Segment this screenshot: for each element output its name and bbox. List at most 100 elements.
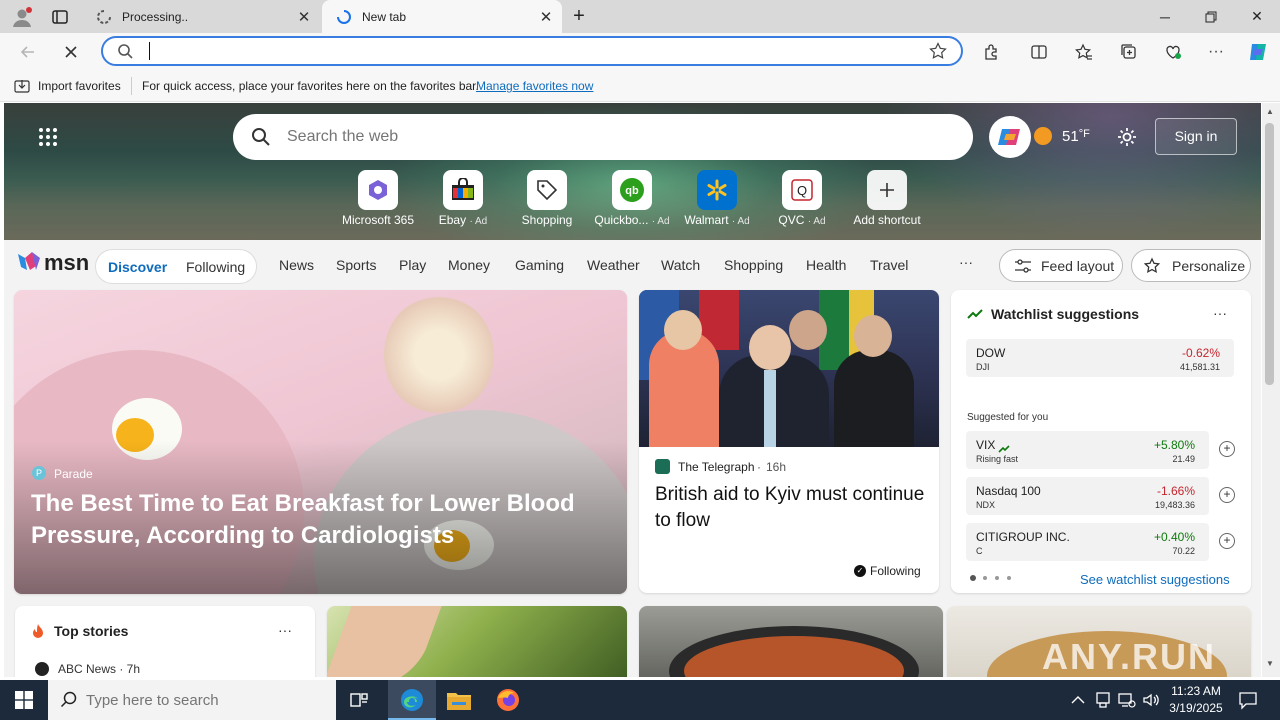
- stock-change: +0.40%: [1153, 530, 1195, 544]
- collections-icon[interactable]: [1114, 37, 1144, 67]
- minimize-icon[interactable]: ─: [1142, 0, 1188, 33]
- nav-more-button[interactable]: ···: [959, 254, 973, 270]
- web-search-input[interactable]: [287, 126, 927, 148]
- notifications-icon[interactable]: [1238, 690, 1258, 715]
- tab-discover[interactable]: Discover: [108, 259, 167, 275]
- article-card-image[interactable]: [639, 606, 943, 677]
- taskbar-edge-button[interactable]: [388, 680, 436, 720]
- close-tab-icon[interactable]: ✕: [536, 7, 556, 27]
- scroll-down-icon[interactable]: ▼: [1266, 659, 1274, 668]
- watchlist-row-nasdaq[interactable]: Nasdaq 100 NDX -1.66% 19,483.36 +: [966, 477, 1235, 515]
- nav-shopping[interactable]: Shopping: [724, 257, 783, 273]
- nav-news[interactable]: News: [279, 257, 314, 273]
- network-icon[interactable]: [1118, 691, 1136, 714]
- watchlist-row-dow[interactable]: DOW DJI -0.62% 41,581.31: [966, 339, 1234, 377]
- close-window-icon[interactable]: ✕: [1234, 0, 1280, 33]
- profile-avatar-icon[interactable]: [10, 5, 34, 29]
- stocks-trend-icon: [967, 307, 983, 325]
- sign-in-button[interactable]: Sign in: [1155, 118, 1237, 155]
- see-watchlist-link[interactable]: See watchlist suggestions: [1080, 572, 1230, 587]
- copilot-icon[interactable]: [1243, 37, 1273, 67]
- shortcut-ebay[interactable]: Ebay · Ad: [423, 170, 503, 232]
- shortcut-quickbooks[interactable]: qb Quickbo... · Ad: [592, 170, 672, 232]
- scrollbar-thumb[interactable]: [1265, 123, 1274, 385]
- address-input[interactable]: [153, 41, 913, 61]
- shortcut-qvc[interactable]: Q QVC · Ad: [762, 170, 842, 232]
- watchlist-row-citigroup[interactable]: CITIGROUP INC. C +0.40% 70.22 +: [966, 523, 1235, 561]
- new-tab-plus-icon[interactable]: +: [568, 6, 590, 28]
- carousel-dot[interactable]: [1007, 576, 1011, 580]
- taskbar-search-input[interactable]: [86, 690, 326, 710]
- web-search-box[interactable]: [233, 114, 973, 160]
- shortcut-microsoft-365[interactable]: Microsoft 365: [338, 170, 418, 232]
- following-label[interactable]: Following: [870, 564, 921, 578]
- stock-symbol: C: [976, 546, 983, 556]
- add-to-watchlist-icon[interactable]: +: [1219, 533, 1235, 549]
- weather-sun-icon[interactable]: [1034, 127, 1052, 145]
- news-card[interactable]: The Telegraph · 16h British aid to Kyiv …: [639, 290, 939, 593]
- stop-loading-icon[interactable]: [56, 37, 86, 67]
- nav-money[interactable]: Money: [448, 257, 490, 273]
- article-title[interactable]: The Best Time to Eat Breakfast for Lower…: [31, 488, 601, 552]
- msn-logo[interactable]: msn: [44, 250, 89, 276]
- carousel-dot[interactable]: [983, 576, 987, 580]
- tab-actions-icon[interactable]: [50, 7, 70, 27]
- feed-layout-button[interactable]: Feed layout: [999, 249, 1123, 282]
- split-screen-icon[interactable]: [1024, 37, 1054, 67]
- task-view-icon[interactable]: [349, 690, 369, 715]
- settings-more-icon[interactable]: ···: [1201, 37, 1231, 67]
- article-title[interactable]: British aid to Kyiv must continue to flo…: [655, 482, 925, 534]
- shortcut-add[interactable]: Add shortcut: [847, 170, 927, 232]
- volume-icon[interactable]: [1142, 691, 1160, 714]
- copilot-button[interactable]: [989, 116, 1031, 158]
- nav-play[interactable]: Play: [399, 257, 426, 273]
- favorite-star-icon[interactable]: [929, 42, 947, 65]
- carousel-dot[interactable]: [995, 576, 999, 580]
- restore-icon[interactable]: [1188, 0, 1234, 33]
- card-more-button[interactable]: ···: [1213, 305, 1227, 321]
- taskbar-clock[interactable]: 11:23 AM 3/19/2025: [1164, 683, 1228, 717]
- file-explorer-icon[interactable]: [446, 689, 472, 716]
- start-windows-icon[interactable]: [0, 680, 48, 720]
- apps-grid-icon[interactable]: [38, 127, 58, 147]
- import-favorites-button[interactable]: Import favorites: [38, 79, 121, 93]
- favorites-icon[interactable]: [1069, 37, 1099, 67]
- msn-butterfly-icon[interactable]: [16, 250, 42, 279]
- shortcut-walmart[interactable]: Walmart · Ad: [677, 170, 757, 232]
- device-security-icon[interactable]: [1095, 691, 1111, 714]
- manage-favorites-link[interactable]: Manage favorites now: [476, 79, 593, 93]
- watchlist-row-vix[interactable]: VIX Rising fast +5.80% 21.49 +: [966, 431, 1235, 469]
- nav-watch[interactable]: Watch: [661, 257, 700, 273]
- nav-weather[interactable]: Weather: [587, 257, 640, 273]
- add-to-watchlist-icon[interactable]: +: [1219, 487, 1235, 503]
- add-to-watchlist-icon[interactable]: +: [1219, 441, 1235, 457]
- shortcut-shopping[interactable]: Shopping: [507, 170, 587, 232]
- weather-temp[interactable]: 51°F: [1062, 128, 1090, 145]
- close-tab-icon[interactable]: ✕: [294, 7, 314, 27]
- tab-new-tab[interactable]: New tab ✕: [322, 0, 562, 33]
- article-card-image[interactable]: ANY.RUN: [947, 606, 1251, 677]
- personalize-button[interactable]: Personalize: [1131, 249, 1251, 282]
- address-bar[interactable]: [101, 36, 963, 66]
- tab-following[interactable]: Following: [186, 259, 245, 275]
- nav-health[interactable]: Health: [806, 257, 846, 273]
- taskbar-search-box[interactable]: [48, 680, 336, 720]
- carousel-dot-active[interactable]: [970, 575, 976, 581]
- scroll-up-icon[interactable]: ▲: [1266, 107, 1274, 116]
- browser-essentials-icon[interactable]: [1158, 37, 1188, 67]
- show-hidden-icons-chevron-icon[interactable]: [1071, 692, 1085, 708]
- page-scrollbar[interactable]: ▲ ▼: [1262, 103, 1280, 677]
- tab-processing[interactable]: Processing.. ✕: [82, 0, 320, 33]
- page-settings-gear-icon[interactable]: [1116, 126, 1138, 153]
- nav-travel[interactable]: Travel: [870, 257, 908, 273]
- nav-sports[interactable]: Sports: [336, 257, 376, 273]
- extensions-icon[interactable]: [976, 37, 1006, 67]
- stock-change: +5.80%: [1153, 438, 1195, 452]
- nav-gaming[interactable]: Gaming: [515, 257, 564, 273]
- article-card-image[interactable]: [327, 606, 627, 677]
- card-more-button[interactable]: ···: [278, 622, 292, 638]
- back-icon[interactable]: [13, 37, 43, 67]
- firefox-icon[interactable]: [496, 688, 520, 717]
- hero-article-card[interactable]: P Parade The Best Time to Eat Breakfast …: [14, 290, 627, 594]
- checkmark-icon: ✓: [854, 565, 866, 577]
